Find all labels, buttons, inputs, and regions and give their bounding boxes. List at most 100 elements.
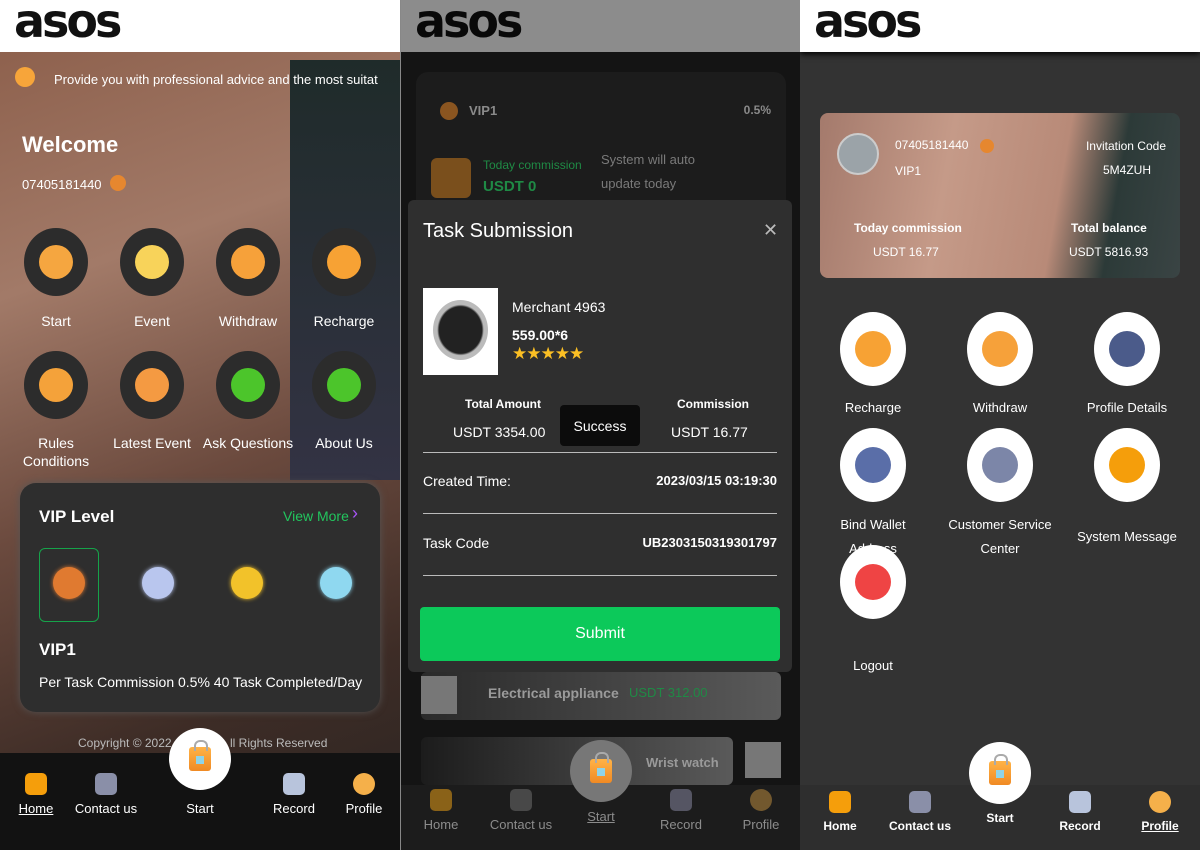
bell-icon — [1109, 447, 1145, 483]
invitation-code-label: Invitation Code — [1085, 139, 1166, 153]
created-time-label: Created Time: — [423, 473, 511, 489]
view-more-link[interactable]: View More — [283, 508, 349, 524]
start-button[interactable] — [169, 728, 231, 790]
vip-badge-icon[interactable] — [142, 567, 174, 599]
profile-recharge-button[interactable] — [840, 312, 906, 386]
hand-coin-icon — [231, 245, 265, 279]
commission-label: Commission — [677, 397, 750, 411]
nav-label: Contact us — [74, 801, 138, 816]
vip-badge-icon — [980, 139, 994, 153]
user-icon — [353, 773, 375, 795]
nav-label: Home — [18, 801, 54, 816]
item-price: USDT 312.00 — [629, 685, 708, 700]
menu-rules-button[interactable] — [24, 351, 88, 419]
coins-up-icon — [431, 158, 471, 198]
nav-home[interactable]: Home — [0, 773, 76, 816]
nav-label: Profile — [1141, 819, 1179, 833]
submit-button[interactable]: Submit — [420, 607, 780, 661]
gavel-icon — [39, 368, 73, 402]
menu-event-button[interactable] — [120, 228, 184, 296]
profile-screen: asos 07405181440 VIP1 Invitation Code 5M… — [800, 0, 1200, 850]
copyright-text: Copyright © 2022 — [78, 736, 172, 750]
award-certificate-icon — [135, 245, 169, 279]
profile-profile-details-button[interactable] — [1094, 312, 1160, 386]
menu-start-button[interactable] — [24, 228, 88, 296]
menu-latest-event-button[interactable] — [120, 351, 184, 419]
profile-customer-service-button[interactable] — [967, 428, 1033, 502]
nav-home[interactable]: Home — [401, 789, 481, 832]
nav-contact[interactable]: Contact us — [66, 773, 146, 816]
commission-rate: 0.5% — [743, 103, 771, 117]
start-button[interactable] — [570, 740, 632, 802]
menu-label: About Us — [315, 435, 373, 451]
menu-ask-questions-button[interactable] — [216, 351, 280, 419]
profile-withdraw-button[interactable] — [967, 312, 1033, 386]
chat-icon — [510, 789, 532, 811]
menu-about-us-button[interactable] — [312, 351, 376, 419]
nav-record[interactable]: Record — [641, 789, 721, 832]
vip-badge-icon[interactable] — [53, 567, 85, 599]
profile-menu-label: Logout — [853, 658, 893, 673]
profile-system-message-button[interactable] — [1094, 428, 1160, 502]
today-commission-value: USDT 0 — [483, 178, 537, 195]
total-amount-label: Total Amount — [465, 397, 541, 411]
start-button[interactable] — [969, 742, 1031, 804]
nav-profile[interactable]: Profile — [721, 789, 800, 832]
product-thumbnail — [421, 676, 457, 714]
menu-withdraw-button[interactable] — [216, 228, 280, 296]
vip-level-title: VIP Level — [39, 507, 115, 526]
logout-door-icon — [855, 564, 891, 600]
chat-icon — [909, 791, 931, 813]
nav-contact[interactable]: Contact us — [880, 791, 960, 833]
system-note: System will auto update today — [601, 152, 695, 191]
status-badge: Success — [560, 405, 640, 446]
menu-label: Start — [41, 313, 71, 329]
wallet-card-icon — [855, 447, 891, 483]
header: asos — [800, 0, 1200, 52]
nav-contact[interactable]: Contact us — [481, 789, 561, 832]
menu-recharge-button[interactable] — [312, 228, 376, 296]
vip-badge-icon[interactable] — [320, 567, 352, 599]
vip-level-card: VIP Level View More › VIP1 Per Task Comm… — [20, 483, 380, 712]
close-icon[interactable]: ✕ — [763, 220, 778, 241]
task-item[interactable]: Electrical appliance USDT 312.00 — [421, 672, 781, 720]
nav-home[interactable]: Home — [800, 791, 880, 833]
product-price: 559.00*6 — [512, 327, 569, 343]
home-icon — [25, 773, 47, 795]
profile-bind-wallet-button[interactable] — [840, 428, 906, 502]
shopping-bag-icon — [590, 752, 612, 783]
shopping-bag-icon — [189, 740, 211, 771]
nav-start-label[interactable]: Start — [561, 809, 641, 824]
product-image — [423, 288, 498, 375]
user-icon — [750, 789, 772, 811]
invitation-code-value[interactable]: 5M4ZUH — [1103, 163, 1151, 177]
nav-label: Contact us — [888, 819, 951, 833]
vip-current-level: VIP1 — [39, 640, 76, 659]
item-name: Electrical appliance — [488, 685, 619, 701]
total-balance-label: Total balance — [1071, 221, 1147, 235]
nav-profile[interactable]: Profile — [1120, 791, 1200, 833]
nav-label: Contact us — [489, 817, 553, 832]
divider — [423, 452, 777, 453]
nav-record[interactable]: Record — [1040, 791, 1120, 833]
profile-logout-button[interactable] — [840, 545, 906, 619]
avatar[interactable] — [837, 133, 879, 175]
chevron-right-icon[interactable]: › — [352, 503, 358, 524]
nav-start-label[interactable]: Start — [160, 801, 240, 816]
total-amount-value: USDT 3354.00 — [453, 424, 546, 440]
profile-menu-label: Customer Service Center — [948, 517, 1052, 556]
nav-label: Record — [1059, 819, 1101, 833]
vip-description: Per Task Commission 0.5% 40 Task Complet… — [39, 674, 363, 690]
vip-badge-icon[interactable] — [231, 567, 263, 599]
nav-profile[interactable]: Profile — [324, 773, 400, 816]
nav-record[interactable]: Record — [254, 773, 334, 816]
merchant-name: Merchant 4963 — [512, 299, 606, 315]
gear-icon — [1109, 331, 1145, 367]
notice-marquee[interactable]: Provide you with professional advice and… — [54, 72, 378, 87]
commission-value: USDT 16.77 — [671, 424, 748, 440]
nav-start-label[interactable]: Start — [960, 811, 1040, 825]
home-icon — [430, 789, 452, 811]
nav-label: Profile — [345, 801, 383, 816]
shopping-bag-icon — [39, 245, 73, 279]
nav-label: Profile — [742, 817, 780, 832]
